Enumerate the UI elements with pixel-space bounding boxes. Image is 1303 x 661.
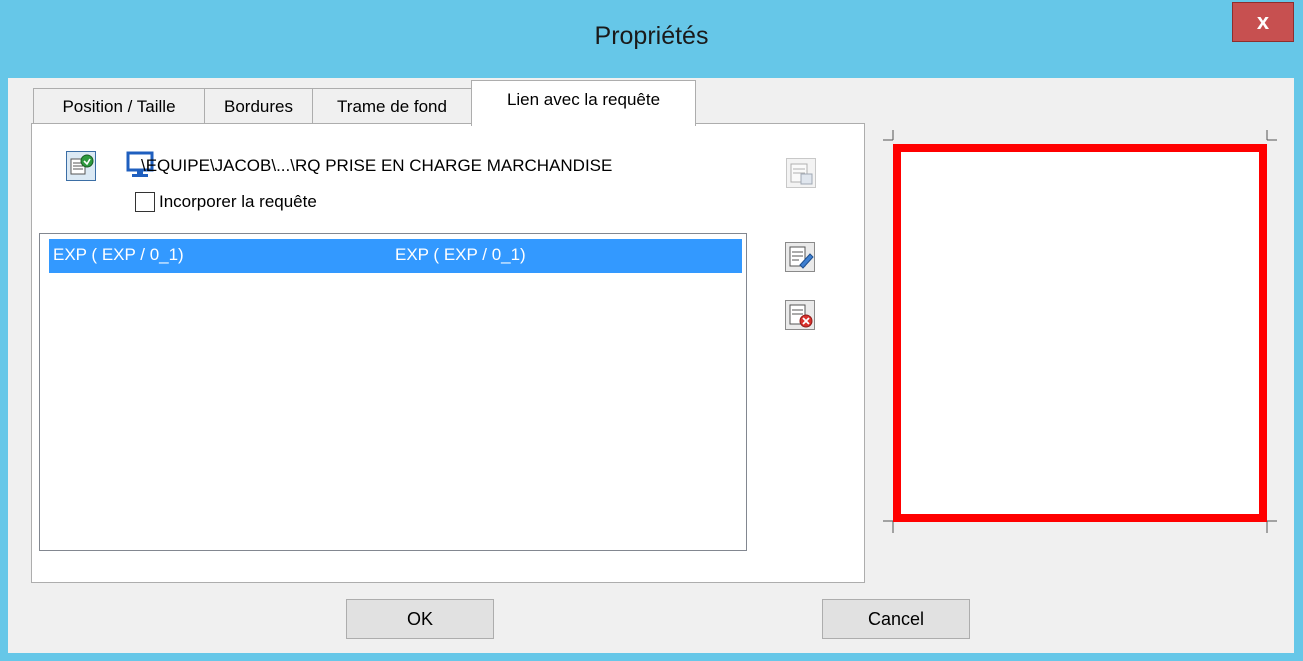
window-title: Propriétés	[594, 22, 709, 50]
dialog-body: Position / Taille Bordures Trame de fond…	[8, 78, 1294, 653]
properties-dialog: Propriétés x Position / Taille Bordures …	[0, 0, 1303, 661]
border-preview	[883, 130, 1277, 533]
tab-lien-avec-la-requete[interactable]: Lien avec la requête	[471, 80, 696, 126]
cancel-button[interactable]: Cancel	[822, 599, 970, 639]
tab-label: Lien avec la requête	[506, 90, 661, 109]
close-button[interactable]: x	[1232, 2, 1294, 42]
preview-border-box	[893, 144, 1267, 522]
title-bar[interactable]: Propriétés x	[0, 0, 1303, 78]
ok-button[interactable]: OK	[346, 599, 494, 639]
